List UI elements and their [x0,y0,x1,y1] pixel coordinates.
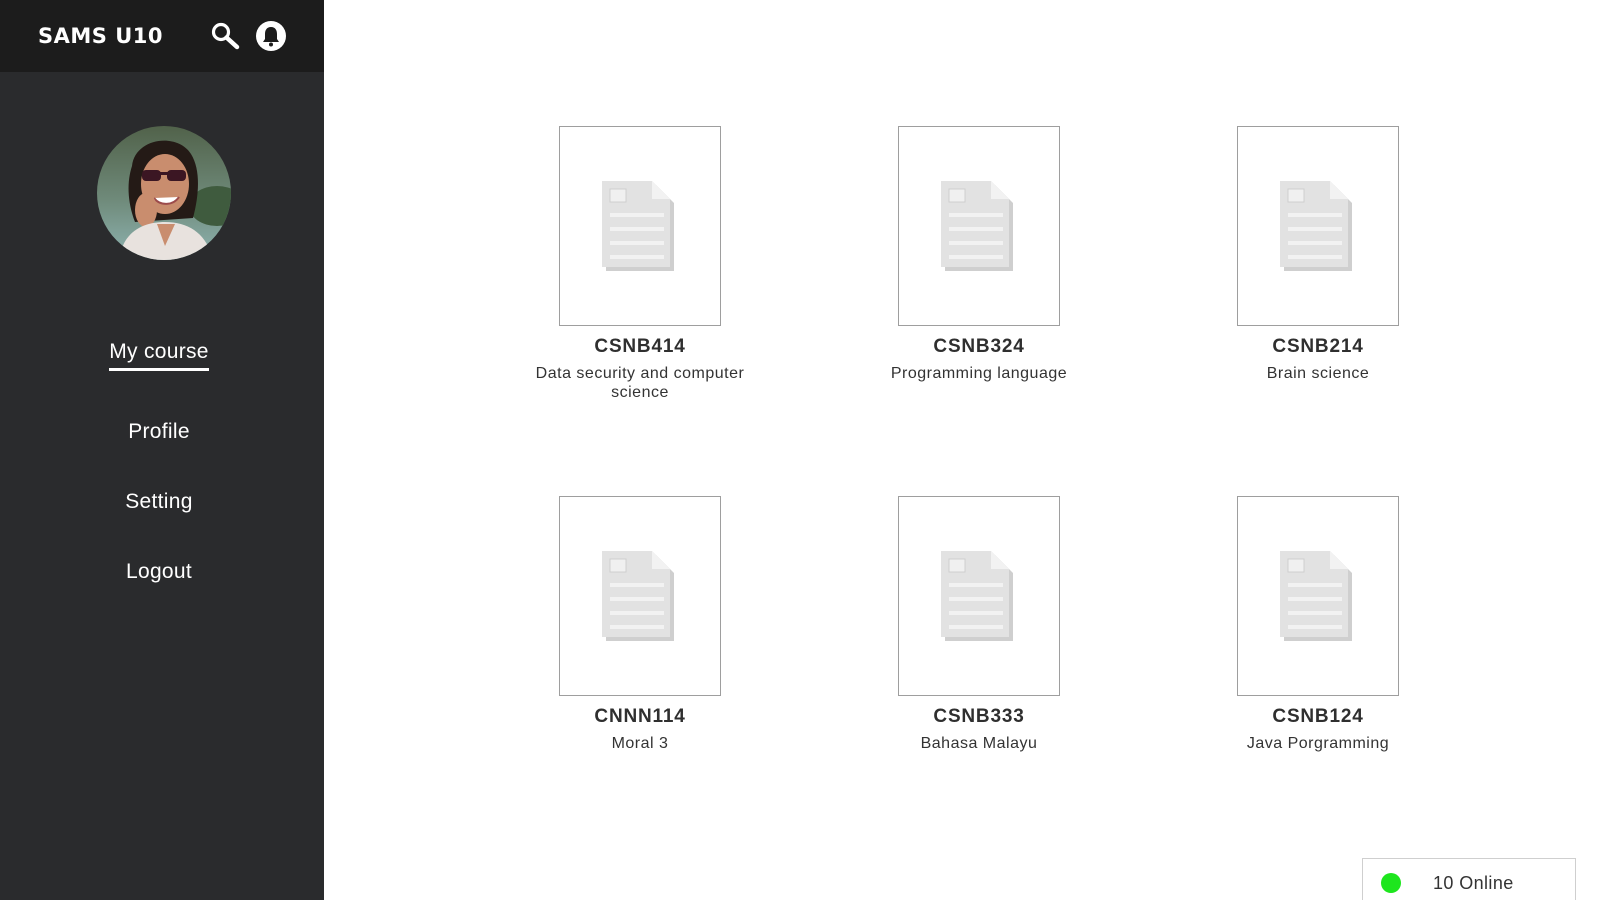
course-code: CSNB333 [933,706,1025,727]
sidebar-item-label: Logout [125,560,193,583]
sidebar: SAMS U10 My course Profile Setting Logou… [0,0,324,900]
sidebar-item-label: Profile [128,420,190,443]
course-thumbnail [559,126,721,326]
sidebar-item-setting[interactable]: Setting [0,490,318,518]
course-card[interactable]: CNNN114 Moral 3 [520,496,760,753]
course-code: CSNB414 [594,336,686,357]
online-indicator-dot [1381,873,1401,893]
sidebar-item-profile[interactable]: Profile [0,420,318,448]
sidebar-item-logout[interactable]: Logout [0,560,318,588]
document-placeholder-icon [602,551,674,641]
document-placeholder-icon [941,551,1013,641]
course-code: CSNB124 [1272,706,1364,727]
course-title: Moral 3 [611,735,669,752]
top-bar: SAMS U10 [0,0,324,72]
course-thumbnail [1237,126,1399,326]
avatar[interactable] [97,126,231,260]
document-placeholder-icon [602,181,674,271]
online-count: 10 Online [1433,873,1514,893]
course-code: CSNB324 [933,336,1025,357]
sidebar-item-label: My course [109,340,209,371]
document-placeholder-icon [1280,181,1352,271]
course-title: Brain science [1266,365,1370,382]
course-code: CSNB214 [1272,336,1364,357]
course-card[interactable]: CSNB414 Data security and computer scien… [520,126,760,402]
document-placeholder-icon [1280,551,1352,641]
course-title: Bahasa Malayu [920,735,1038,752]
app-root: SAMS U10 My course Profile Setting Logou… [0,0,1600,900]
course-thumbnail [898,126,1060,326]
sidebar-item-my-course[interactable]: My course [0,340,318,371]
course-thumbnail [1237,496,1399,696]
app-brand: SAMS U10 [38,24,163,48]
course-code: CNNN114 [594,706,686,727]
bell-icon[interactable] [254,20,288,54]
document-placeholder-icon [941,181,1013,271]
course-title: Java Porgramming [1246,735,1390,752]
online-status-badge[interactable]: 10 Online [1362,858,1576,900]
course-title: Programming language [890,365,1068,382]
course-card[interactable]: CSNB214 Brain science [1198,126,1438,383]
course-thumbnail [559,496,721,696]
sidebar-item-label: Setting [125,490,193,513]
course-title: Data security and computer science [535,365,745,401]
course-card[interactable]: CSNB324 Programming language [859,126,1099,383]
course-card[interactable]: CSNB333 Bahasa Malayu [859,496,1099,753]
course-thumbnail [898,496,1060,696]
course-card[interactable]: CSNB124 Java Porgramming [1198,496,1438,753]
search-icon[interactable] [208,20,242,54]
